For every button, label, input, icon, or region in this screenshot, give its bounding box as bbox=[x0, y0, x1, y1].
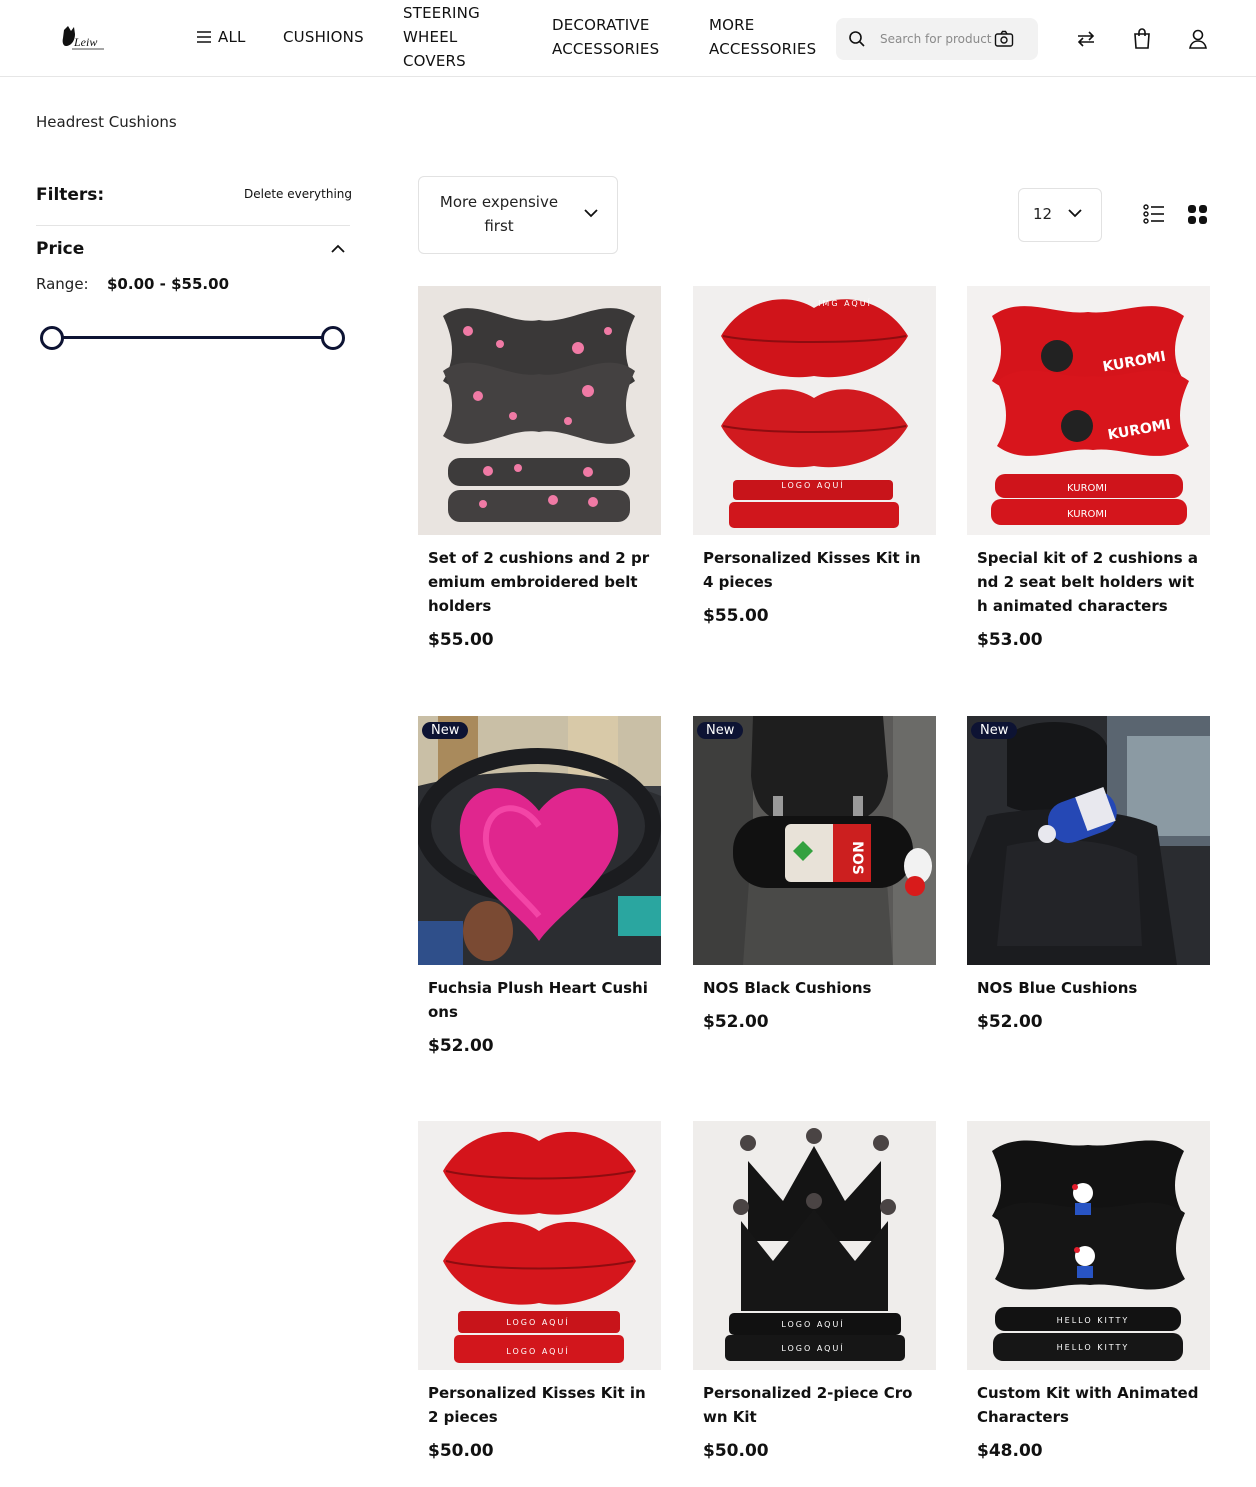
product-image-text: HELLO KITTY bbox=[1057, 1343, 1130, 1352]
product-image[interactable] bbox=[418, 286, 661, 535]
product-image-text: LOGO AQUÍ bbox=[781, 479, 844, 490]
delete-all-filters-link[interactable]: Delete everything bbox=[244, 187, 352, 201]
product-name[interactable]: Personalized Kisses Kit in 4 pieces bbox=[703, 546, 926, 594]
product-image[interactable]: LOGO AQUÍ LOGO AQUÍ bbox=[693, 1121, 936, 1370]
product-image[interactable]: New bbox=[967, 716, 1210, 965]
product-price: $53.00 bbox=[977, 630, 1043, 650]
per-page-dropdown[interactable]: 12 bbox=[1018, 188, 1102, 242]
product-card[interactable]: NOS New NOS Black Cushions $52.00 bbox=[693, 716, 936, 1032]
product-image-text: NOS bbox=[849, 841, 865, 875]
product-image[interactable]: New bbox=[418, 716, 661, 965]
product-name[interactable]: Custom Kit with Animated Characters bbox=[977, 1381, 1200, 1429]
product-name[interactable]: NOS Blue Cushions bbox=[977, 976, 1200, 1000]
site-header: Leiw ALL CUSHIONS STEERING WHEEL COVERS … bbox=[0, 0, 1256, 77]
price-slider-track[interactable] bbox=[52, 336, 334, 339]
search-input[interactable] bbox=[880, 29, 996, 49]
price-range-label: Range: bbox=[36, 275, 89, 293]
product-name[interactable]: Set of 2 cushions and 2 premium embroide… bbox=[428, 546, 651, 618]
product-price: $52.00 bbox=[428, 1036, 494, 1056]
product-card[interactable]: New Fuchsia Plush Heart Cushions $52.00 bbox=[418, 716, 661, 1056]
search-bar bbox=[836, 18, 1038, 60]
product-image[interactable]: HELLO KITTY HELLO KITTY bbox=[967, 1121, 1210, 1370]
product-name[interactable]: Personalized Kisses Kit in 2 pieces bbox=[428, 1381, 651, 1429]
search-icon[interactable] bbox=[848, 30, 866, 48]
product-image-text: HELLO KITTY bbox=[1057, 1316, 1130, 1325]
nav-cushions[interactable]: CUSHIONS bbox=[283, 25, 364, 49]
product-card[interactable]: HELLO KITTY HELLO KITTY Custom Kit with … bbox=[967, 1121, 1210, 1461]
product-card[interactable]: KUROMI KUROMI KUROMI KUROMI Special kit … bbox=[967, 286, 1210, 650]
product-price: $52.00 bbox=[703, 1012, 769, 1032]
product-price: $52.00 bbox=[977, 1012, 1043, 1032]
filters-title: Filters: bbox=[36, 185, 105, 205]
product-image-text: KUROMI bbox=[1067, 483, 1107, 494]
price-filter-title[interactable]: Price bbox=[36, 239, 84, 259]
sort-dropdown-label: More expensive first bbox=[439, 193, 559, 235]
nav-more-accessories[interactable]: MORE ACCESSORIES bbox=[709, 13, 829, 61]
product-image-text: LOGO AQUÍ bbox=[781, 1342, 844, 1353]
product-card[interactable]: Set of 2 cushions and 2 premium embroide… bbox=[418, 286, 661, 650]
page-title: Headrest Cushions bbox=[36, 113, 177, 131]
compare-icon[interactable] bbox=[1075, 28, 1097, 50]
product-image-text: KUROMI bbox=[1067, 509, 1107, 520]
per-page-value: 12 bbox=[1033, 205, 1053, 223]
filters-divider bbox=[36, 225, 350, 226]
nav-steering-wheel-covers[interactable]: STEERING WHEEL COVERS bbox=[403, 1, 493, 73]
nav-all[interactable]: ALL bbox=[196, 25, 246, 49]
sort-dropdown[interactable]: More expensive first bbox=[418, 176, 618, 254]
chevron-down-icon bbox=[1068, 209, 1082, 218]
product-name[interactable]: Personalized 2-piece Crown Kit bbox=[703, 1381, 926, 1429]
nav-decorative-accessories[interactable]: DECORATIVE ACCESSORIES bbox=[552, 13, 672, 61]
chevron-up-icon[interactable] bbox=[330, 243, 346, 255]
price-range-value: $0.00 - $55.00 bbox=[107, 275, 229, 293]
new-badge: New bbox=[971, 722, 1018, 739]
logo-text: Leiw bbox=[73, 35, 97, 49]
product-image[interactable]: IMG AQUÍ LOGO AQUÍ bbox=[693, 286, 936, 535]
menu-icon bbox=[197, 31, 211, 43]
product-card[interactable]: New NOS Blue Cushions $52.00 bbox=[967, 716, 1210, 1032]
product-image[interactable]: NOS New bbox=[693, 716, 936, 965]
camera-search-icon[interactable] bbox=[994, 30, 1014, 48]
product-image[interactable]: KUROMI KUROMI KUROMI KUROMI bbox=[967, 286, 1210, 535]
new-badge: New bbox=[697, 722, 744, 739]
chevron-down-icon bbox=[584, 209, 598, 218]
product-image-text: IMG AQUÍ bbox=[818, 297, 872, 308]
product-card[interactable]: LOGO AQUÍ LOGO AQUÍ Personalized Kisses … bbox=[418, 1121, 661, 1461]
product-price: $55.00 bbox=[428, 630, 494, 650]
product-price: $55.00 bbox=[703, 606, 769, 626]
product-image-text: LOGO AQUÍ bbox=[506, 1316, 569, 1327]
new-badge: New bbox=[422, 722, 469, 739]
product-price: $48.00 bbox=[977, 1441, 1043, 1461]
product-price: $50.00 bbox=[428, 1441, 494, 1461]
product-card[interactable]: IMG AQUÍ LOGO AQUÍ Personalized Kisses K… bbox=[693, 286, 936, 626]
product-name[interactable]: NOS Black Cushions bbox=[703, 976, 926, 1000]
user-account-icon[interactable] bbox=[1187, 28, 1209, 50]
grid-view-icon[interactable] bbox=[1187, 204, 1208, 225]
nav-all-label: ALL bbox=[218, 28, 246, 46]
price-slider-min-handle[interactable] bbox=[40, 326, 64, 350]
list-view-icon[interactable] bbox=[1143, 203, 1165, 225]
product-name[interactable]: Fuchsia Plush Heart Cushions bbox=[428, 976, 651, 1024]
product-name[interactable]: Special kit of 2 cushions and 2 seat bel… bbox=[977, 546, 1200, 618]
price-slider-max-handle[interactable] bbox=[321, 326, 345, 350]
shopping-bag-icon[interactable] bbox=[1132, 28, 1152, 50]
product-card[interactable]: LOGO AQUÍ LOGO AQUÍ Personalized 2-piece… bbox=[693, 1121, 936, 1461]
product-price: $50.00 bbox=[703, 1441, 769, 1461]
product-image-text: LOGO AQUÍ bbox=[506, 1345, 569, 1356]
product-image-text: LOGO AQUÍ bbox=[781, 1318, 844, 1329]
product-image[interactable]: LOGO AQUÍ LOGO AQUÍ bbox=[418, 1121, 661, 1370]
site-logo[interactable]: Leiw bbox=[60, 24, 106, 52]
